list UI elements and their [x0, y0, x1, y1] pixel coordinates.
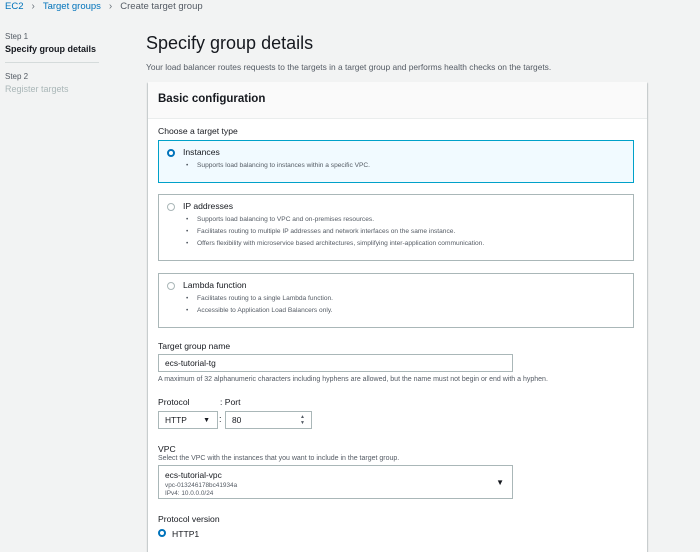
lambda-title: Lambda function	[183, 280, 247, 290]
caret-down-icon[interactable]: ▼	[300, 420, 308, 426]
bullet-item: Accessible to Application Load Balancers…	[183, 305, 333, 317]
vpc-label: VPC	[158, 444, 176, 454]
step-2-label: Step 2	[5, 72, 29, 81]
http1-radio[interactable]	[158, 529, 166, 537]
bullet-item: Facilitates routing to multiple IP addre…	[183, 226, 484, 238]
target-group-name-input[interactable]: ecs-tutorial-tg	[158, 354, 513, 372]
bullet-item: Supports load balancing to VPC and on-pr…	[183, 214, 484, 226]
breadcrumb: EC2 › Target groups › Create target grou…	[5, 0, 203, 12]
ip-addresses-radio[interactable]	[167, 203, 175, 211]
step-1-title[interactable]: Specify group details	[5, 44, 99, 54]
vpc-hint: Select the VPC with the instances that y…	[158, 455, 400, 462]
bullet-item: Offers flexibility with microservice bas…	[183, 238, 484, 250]
instances-bullets: Supports load balancing to instances wit…	[183, 160, 370, 172]
breadcrumb-target-groups-link[interactable]: Target groups	[43, 1, 101, 12]
chevron-right-icon: ›	[108, 0, 113, 12]
bullet-item: Supports load balancing to instances wit…	[183, 160, 370, 172]
basic-configuration-panel: Basic configuration Choose a target type…	[148, 82, 647, 552]
breadcrumb-ec2-link[interactable]: EC2	[5, 1, 23, 12]
port-label: : Port	[220, 397, 241, 407]
colon-separator: :	[219, 414, 222, 424]
bullet-item: Facilitates routing to a single Lambda f…	[183, 293, 333, 305]
port-input[interactable]: 80 ▲ ▼	[225, 411, 312, 429]
panel-title: Basic configuration	[158, 93, 266, 105]
ip-addresses-title: IP addresses	[183, 201, 234, 211]
target-type-lambda-tile[interactable]: Lambda function Facilitates routing to a…	[158, 273, 634, 328]
step-divider	[5, 62, 99, 63]
protocol-label: Protocol	[158, 397, 190, 407]
target-group-name-label: Target group name	[158, 341, 231, 351]
http1-label: HTTP1	[172, 529, 200, 539]
target-type-instances-tile[interactable]: Instances Supports load balancing to ins…	[158, 140, 634, 183]
protocol-version-label: Protocol version	[158, 514, 220, 524]
vpc-select[interactable]: ecs-tutorial-vpc vpc-013246178bc41934a I…	[158, 465, 513, 499]
target-type-label: Choose a target type	[158, 126, 238, 136]
vpc-ipv4: IPv4: 10.0.0.0/24	[165, 490, 214, 497]
caret-down-icon: ▼	[203, 417, 210, 424]
page-title: Specify group details	[146, 33, 314, 53]
instances-title: Instances	[183, 147, 220, 157]
target-group-name-hint: A maximum of 32 alphanumeric characters …	[158, 376, 548, 383]
protocol-value: HTTP	[165, 415, 187, 425]
lambda-bullets: Facilitates routing to a single Lambda f…	[183, 293, 333, 317]
lambda-radio[interactable]	[167, 282, 175, 290]
caret-down-icon: ▼	[496, 478, 504, 487]
breadcrumb-current: Create target group	[120, 0, 203, 12]
wizard-steps: Step 1 Specify group details Step 2 Regi…	[5, 32, 99, 94]
target-type-ip-tile[interactable]: IP addresses Supports load balancing to …	[158, 194, 634, 261]
step-2-title: Register targets	[5, 84, 69, 94]
ip-addresses-bullets: Supports load balancing to VPC and on-pr…	[183, 214, 484, 250]
vpc-name: ecs-tutorial-vpc	[165, 470, 222, 480]
instances-radio[interactable]	[167, 149, 175, 157]
chevron-right-icon: ›	[31, 0, 35, 12]
step-1-label: Step 1	[5, 32, 29, 41]
vpc-id: vpc-013246178bc41934a	[165, 482, 238, 489]
port-value: 80	[232, 415, 242, 425]
port-stepper[interactable]: ▲ ▼	[300, 414, 308, 426]
page-description: Your load balancer routes requests to th…	[146, 62, 552, 72]
protocol-select[interactable]: HTTP ▼	[158, 411, 218, 429]
